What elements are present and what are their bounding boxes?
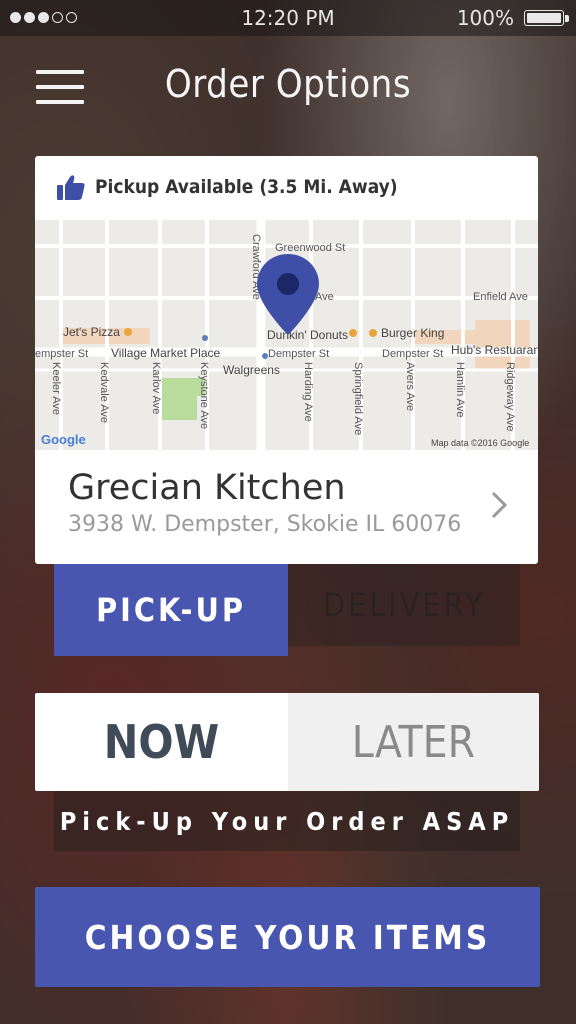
- map-label-street: Keeler Ave: [50, 362, 62, 415]
- map-label-street: Dempster St: [382, 348, 443, 360]
- delivery-button[interactable]: DELIVERY: [288, 564, 520, 646]
- thumbs-up-icon: [57, 175, 85, 200]
- map-label-street: Ave: [315, 291, 334, 303]
- restaurant-info[interactable]: Grecian Kitchen 3938 W. Dempster, Skokie…: [35, 450, 538, 564]
- now-button[interactable]: NOW: [35, 693, 288, 791]
- restaurant-name: Grecian Kitchen: [68, 468, 346, 508]
- battery-percent: 100%: [456, 6, 514, 30]
- later-button[interactable]: LATER: [288, 693, 539, 791]
- choose-items-button[interactable]: CHOOSE YOUR ITEMS: [35, 887, 540, 987]
- map-label-place: Village Market Place: [111, 346, 220, 360]
- map-label-street: Harding Ave: [302, 362, 314, 422]
- pickup-button[interactable]: PICK-UP: [54, 564, 288, 656]
- restaurant-card: Pickup Available (3.5 Mi. Away) Greenwoo…: [35, 156, 538, 564]
- pickup-available-text: Pickup Available (3.5 Mi. Away): [95, 176, 398, 198]
- map-label-place: Walgreens: [223, 363, 280, 377]
- pickup-availability-row: Pickup Available (3.5 Mi. Away): [35, 156, 538, 220]
- map-label-street: Ridgeway Ave: [504, 362, 516, 432]
- restaurant-address: 3938 W. Dempster, Skokie IL 60076: [68, 512, 462, 537]
- page-title: Order Options: [164, 62, 412, 106]
- map-label-place: Dunkin' Donuts: [267, 328, 348, 342]
- google-logo: Google: [41, 432, 86, 447]
- status-bar: 12:20 PM 100%: [0, 0, 576, 36]
- timing-toggle: NOW LATER: [35, 693, 539, 791]
- map-label-place: Burger King: [381, 326, 444, 340]
- map-label-place: Jet's Pizza: [63, 325, 120, 339]
- chevron-right-icon[interactable]: [490, 490, 508, 520]
- map-label-street: Keystone Ave: [198, 362, 210, 429]
- timing-message: Pick-Up Your Order ASAP: [54, 791, 520, 851]
- map-label-place: Hub's Restuaran: [451, 343, 538, 357]
- map-label-street: Kedvale Ave: [98, 362, 110, 423]
- battery-icon: [524, 10, 564, 26]
- map-label-street: Springfield Ave: [352, 362, 364, 435]
- map-label-street: Karlov Ave: [150, 362, 162, 414]
- map-attribution: Map data ©2016 Google: [431, 438, 529, 448]
- map-label-street: Enfield Ave: [473, 291, 528, 303]
- map-label-street: Hamlin Ave: [454, 362, 466, 417]
- map-label-street: Dempster St: [268, 348, 329, 360]
- map-label-street: Avers Ave: [404, 362, 416, 411]
- location-map[interactable]: Greenwood St Enfield Ave Dempster St Dem…: [35, 220, 538, 450]
- map-label-street: empster St: [35, 348, 88, 360]
- park-area: [162, 378, 197, 420]
- map-label-street: Greenwood St: [275, 242, 345, 254]
